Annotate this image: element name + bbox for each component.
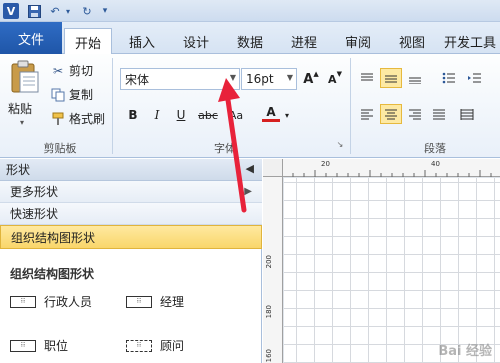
shape-manager-label: 经理 [160, 295, 185, 309]
stencil-org-chart[interactable]: 组织结构图形状 [0, 225, 262, 249]
drawing-area: 20 40 200 180 160 Bai 经验 [263, 159, 500, 363]
tab-review[interactable]: 审阅 [336, 28, 380, 54]
tab-developer[interactable]: 开发工具 [444, 28, 500, 54]
cut-button[interactable]: ✂ 剪切 [50, 62, 93, 79]
tab-home[interactable]: 开始 [64, 28, 112, 55]
bullets-icon[interactable] [438, 68, 460, 88]
group-separator [350, 58, 351, 154]
grow-font-button[interactable]: A ▲ [302, 70, 320, 88]
font-family-value: 宋体 [125, 72, 150, 87]
align-bottom-icon[interactable] [404, 68, 426, 88]
more-shapes-label: 更多形状 [10, 185, 59, 199]
ruler-corner [263, 159, 283, 177]
horizontal-ruler[interactable]: 20 40 [283, 159, 500, 177]
format-painter-button[interactable]: 格式刷 [50, 110, 105, 127]
copy-label: 复制 [69, 88, 94, 102]
executive-shape-icon: ⁝⁝ [10, 295, 36, 308]
grow-font-icon: A [303, 71, 314, 87]
quick-shapes-button[interactable]: 快速形状 [0, 203, 262, 225]
font-size-dropdown-icon: ▼ [286, 73, 293, 82]
font-color-button[interactable]: A [262, 104, 280, 122]
manager-shape-icon: ⁝⁝ [126, 295, 152, 308]
font-color-dropdown-icon[interactable]: ▾ [282, 106, 292, 124]
consultant-shape-icon: ⁝⁝ [126, 339, 152, 352]
tab-process[interactable]: 进程 [282, 28, 326, 54]
paste-button[interactable]: 粘贴 ▾ [6, 58, 44, 134]
ruler-tick-label: 160 [265, 349, 273, 363]
group-separator [112, 58, 113, 154]
bold-button[interactable]: B [124, 106, 142, 124]
tab-view[interactable]: 视图 [390, 28, 434, 54]
align-middle-icon[interactable] [380, 68, 402, 88]
undo-dropdown-icon[interactable]: ▾ [64, 3, 72, 19]
cut-label: 剪切 [69, 64, 94, 78]
ruler-tick-label: 200 [265, 255, 273, 269]
ruler-tick-label: 180 [265, 305, 273, 319]
undo-icon[interactable]: ↶ [48, 3, 62, 19]
align-left-icon[interactable] [356, 104, 378, 124]
copy-icon [50, 87, 66, 103]
watermark: Bai 经验 [438, 344, 492, 359]
shape-consultant-label: 顾问 [160, 339, 185, 353]
stencil-title: 组织结构图形状 [10, 267, 95, 281]
ruler-ticks [292, 170, 492, 177]
tab-design[interactable]: 设计 [174, 28, 218, 54]
clipboard-icon [11, 60, 39, 93]
underline-button[interactable]: U [172, 106, 190, 124]
paragraph-group-label: 段落 [424, 142, 446, 155]
paste-label: 粘贴 [8, 102, 33, 116]
customize-qat-icon[interactable]: ▾ [100, 3, 110, 19]
redo-icon[interactable]: ↻ [80, 3, 94, 19]
ribbon-home: 粘贴 ▾ ✂ 剪切 复制 格式刷 剪贴板 宋体 ▼ 16pt ▼ A ▲ A ▼ B… [0, 54, 500, 158]
paintbrush-icon [50, 111, 66, 127]
justify-icon[interactable] [428, 104, 450, 124]
paste-dropdown-icon[interactable]: ▾ [20, 118, 24, 127]
shapes-pane: 形状 ◀ 更多形状 ▶ 快速形状 组织结构图形状 组织结构图形状 ⁝⁝ 行政人员… [0, 159, 262, 363]
align-center-icon[interactable] [380, 104, 402, 124]
align-right-icon[interactable] [404, 104, 426, 124]
position-shape-icon: ⁝⁝ [10, 339, 36, 352]
save-icon[interactable] [26, 3, 42, 19]
tab-insert[interactable]: 插入 [120, 28, 164, 54]
visio-app-icon[interactable]: V [3, 3, 19, 19]
change-case-button[interactable]: Aa [224, 106, 248, 124]
font-color-icon: A [266, 104, 276, 119]
ribbon-tab-bar: 文件 开始 插入 设计 数据 进程 审阅 视图 开发工具 [0, 22, 500, 55]
shapes-pane-title: 形状 [6, 163, 31, 177]
increase-indent-icon[interactable] [464, 68, 486, 88]
italic-button[interactable]: I [148, 106, 166, 124]
shape-executive[interactable]: ⁝⁝ 行政人员 [10, 293, 92, 310]
font-group-label: 字体 [214, 142, 236, 155]
copy-button[interactable]: 复制 [50, 86, 93, 103]
collapse-pane-icon[interactable]: ◀ [246, 162, 254, 175]
vertical-ruler[interactable]: 200 180 160 [263, 177, 283, 363]
font-dialog-launcher-icon[interactable]: ↘ [334, 138, 346, 150]
font-family-dropdown-icon: ▼ [229, 73, 236, 82]
shape-manager[interactable]: ⁝⁝ 经理 [126, 293, 184, 310]
font-size-value: 16pt [246, 72, 274, 86]
tab-file[interactable]: 文件 [0, 22, 62, 54]
shape-consultant[interactable]: ⁝⁝ 顾问 [126, 337, 184, 354]
font-family-select[interactable]: 宋体 ▼ [120, 68, 240, 90]
shapes-pane-header: 形状 ◀ [0, 159, 262, 181]
shrink-font-button[interactable]: A ▼ [326, 70, 344, 88]
align-top-icon[interactable] [356, 68, 378, 88]
distributed-icon[interactable] [456, 104, 478, 124]
more-shapes-button[interactable]: 更多形状 ▶ [0, 181, 262, 203]
shape-executive-label: 行政人员 [44, 295, 93, 309]
shape-position[interactable]: ⁝⁝ 职位 [10, 337, 68, 354]
clipboard-group-label: 剪贴板 [43, 142, 77, 155]
drawing-canvas[interactable]: Bai 经验 [284, 178, 500, 363]
title-bar: V ↶ ▾ ↻ ▾ [0, 0, 500, 22]
format-painter-label: 格式刷 [69, 112, 106, 126]
shape-position-label: 职位 [44, 339, 69, 353]
font-size-select[interactable]: 16pt ▼ [241, 68, 297, 90]
strikethrough-button[interactable]: abc [196, 106, 220, 124]
chevron-right-icon: ▶ [244, 186, 252, 197]
tab-data[interactable]: 数据 [228, 28, 272, 54]
shrink-font-icon: A [328, 72, 337, 86]
scissors-icon: ✂ [52, 63, 64, 78]
